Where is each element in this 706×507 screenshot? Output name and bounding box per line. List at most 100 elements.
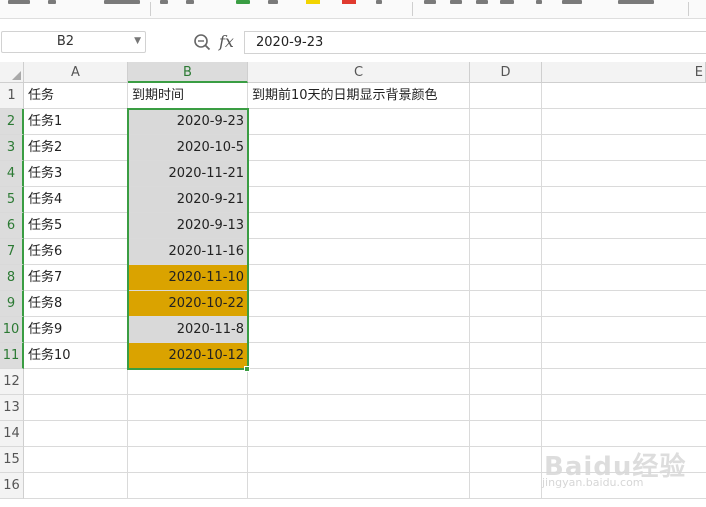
cell-b[interactable]: 2020-11-10 xyxy=(128,265,248,291)
row-header[interactable]: 6 xyxy=(0,213,24,239)
cell-b[interactable] xyxy=(128,473,248,499)
cell-c[interactable] xyxy=(248,317,470,343)
ribbon-button-fragment[interactable] xyxy=(104,0,140,4)
cell-e[interactable] xyxy=(542,265,706,291)
cell-a[interactable]: 任务 xyxy=(24,83,128,109)
cell-b[interactable]: 到期时间 xyxy=(128,83,248,109)
cell-b[interactable]: 2020-11-8 xyxy=(128,317,248,343)
cell-e[interactable] xyxy=(542,369,706,395)
ribbon-button-fragment[interactable] xyxy=(618,0,654,4)
cell-d[interactable] xyxy=(470,83,542,109)
cell-a[interactable]: 任务5 xyxy=(24,213,128,239)
cell-e[interactable] xyxy=(542,395,706,421)
cell-c[interactable] xyxy=(248,421,470,447)
fill-handle[interactable] xyxy=(244,366,250,372)
ribbon-button-fragment[interactable] xyxy=(424,0,436,4)
cell-e[interactable] xyxy=(542,135,706,161)
cell-c[interactable]: 到期前10天的日期显示背景颜色 xyxy=(248,83,470,109)
cell-b[interactable] xyxy=(128,369,248,395)
cell-c[interactable] xyxy=(248,161,470,187)
cell-a[interactable]: 任务7 xyxy=(24,265,128,291)
cell-d[interactable] xyxy=(470,395,542,421)
column-header-c[interactable]: C xyxy=(248,62,470,83)
cell-d[interactable] xyxy=(470,317,542,343)
cell-e[interactable] xyxy=(542,317,706,343)
cell-b[interactable]: 2020-9-23 xyxy=(128,109,248,135)
ribbon-button-fragment[interactable] xyxy=(186,0,194,4)
cell-b[interactable]: 2020-10-12 xyxy=(128,343,248,369)
row-header[interactable]: 14 xyxy=(0,421,24,447)
cell-d[interactable] xyxy=(470,291,542,317)
cell-e[interactable] xyxy=(542,291,706,317)
cell-b[interactable]: 2020-10-5 xyxy=(128,135,248,161)
ribbon-button-fragment[interactable] xyxy=(500,0,514,4)
row-header[interactable]: 10 xyxy=(0,317,24,343)
cell-e[interactable] xyxy=(542,161,706,187)
cell-a[interactable]: 任务10 xyxy=(24,343,128,369)
cell-a[interactable]: 任务1 xyxy=(24,109,128,135)
cell-b[interactable]: 2020-10-22 xyxy=(128,291,248,317)
cell-a[interactable] xyxy=(24,395,128,421)
ribbon-button-fragment[interactable] xyxy=(450,0,462,4)
ribbon-button-fragment[interactable] xyxy=(562,0,582,4)
cell-c[interactable] xyxy=(248,447,470,473)
font-color-button[interactable] xyxy=(342,0,356,4)
row-header[interactable]: 13 xyxy=(0,395,24,421)
ribbon-button-fragment[interactable] xyxy=(476,0,488,4)
ribbon-button-fragment[interactable] xyxy=(268,0,278,4)
row-header[interactable]: 15 xyxy=(0,447,24,473)
cell-a[interactable]: 任务9 xyxy=(24,317,128,343)
cell-a[interactable]: 任务4 xyxy=(24,187,128,213)
cell-c[interactable] xyxy=(248,369,470,395)
cell-a[interactable] xyxy=(24,447,128,473)
row-header[interactable]: 9 xyxy=(0,291,24,317)
cell-d[interactable] xyxy=(470,109,542,135)
cell-b[interactable]: 2020-11-16 xyxy=(128,239,248,265)
cell-c[interactable] xyxy=(248,265,470,291)
cell-d[interactable] xyxy=(470,187,542,213)
name-box[interactable]: B2 ▼ xyxy=(1,31,146,53)
cell-e[interactable] xyxy=(542,187,706,213)
cell-d[interactable] xyxy=(470,421,542,447)
cell-b[interactable]: 2020-9-21 xyxy=(128,187,248,213)
cell-b[interactable] xyxy=(128,421,248,447)
column-header-d[interactable]: D xyxy=(470,62,542,83)
cell-d[interactable] xyxy=(470,161,542,187)
row-header[interactable]: 2 xyxy=(0,109,24,135)
cell-a[interactable]: 任务8 xyxy=(24,291,128,317)
fill-color-button[interactable] xyxy=(306,0,320,4)
select-all-icon[interactable] xyxy=(0,62,24,83)
ribbon-button-fragment[interactable] xyxy=(376,0,382,4)
cell-c[interactable] xyxy=(248,109,470,135)
cell-e[interactable] xyxy=(542,109,706,135)
cell-c[interactable] xyxy=(248,473,470,499)
cell-d[interactable] xyxy=(470,447,542,473)
row-header[interactable]: 3 xyxy=(0,135,24,161)
row-header[interactable]: 4 xyxy=(0,161,24,187)
row-header[interactable]: 16 xyxy=(0,473,24,499)
cell-e[interactable] xyxy=(542,213,706,239)
ribbon-button-fragment[interactable] xyxy=(160,0,168,4)
cell-a[interactable]: 任务6 xyxy=(24,239,128,265)
name-box-value[interactable]: B2 xyxy=(2,32,129,52)
cell-c[interactable] xyxy=(248,187,470,213)
cell-d[interactable] xyxy=(470,369,542,395)
column-header-b[interactable]: B xyxy=(128,62,248,83)
dropdown-arrow-icon[interactable]: ▼ xyxy=(134,36,141,46)
row-header[interactable]: 7 xyxy=(0,239,24,265)
cell-e[interactable] xyxy=(542,343,706,369)
cell-d[interactable] xyxy=(470,473,542,499)
cell-a[interactable] xyxy=(24,473,128,499)
ribbon-button-fragment[interactable] xyxy=(8,0,30,4)
cell-a[interactable]: 任务3 xyxy=(24,161,128,187)
ribbon-button-fragment[interactable] xyxy=(236,0,250,4)
cell-a[interactable] xyxy=(24,369,128,395)
cell-c[interactable] xyxy=(248,395,470,421)
cell-b[interactable] xyxy=(128,395,248,421)
cell-c[interactable] xyxy=(248,213,470,239)
cell-e[interactable] xyxy=(542,83,706,109)
row-header[interactable]: 11 xyxy=(0,343,24,369)
fx-icon[interactable]: fx xyxy=(219,32,234,51)
formula-input[interactable]: 2020-9-23 xyxy=(244,31,706,54)
cell-d[interactable] xyxy=(470,343,542,369)
